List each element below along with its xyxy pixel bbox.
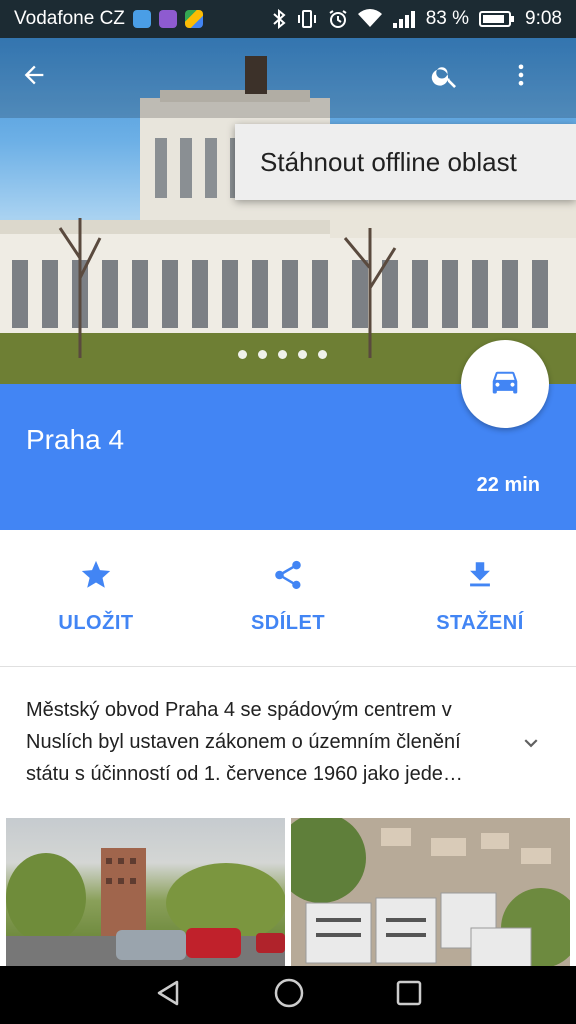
save-button[interactable]: ULOŽIT [0,530,192,666]
place-photo-thumbnail[interactable] [6,818,285,968]
carousel-dot [318,350,327,359]
car-icon [492,371,518,394]
carousel-dot [298,350,307,359]
arrow-back-icon [24,65,44,85]
triangle-back-icon [157,980,179,1005]
menu-item-download-offline-area[interactable]: Stáhnout offline oblast [260,147,517,178]
back-button[interactable] [20,61,68,109]
share-label: SDÍLET [250,612,326,634]
place-photo-thumbnail[interactable] [291,818,570,968]
search-button[interactable] [430,61,478,109]
battery-percent: 83 % [425,8,470,29]
status-bar: Vodafone CZ 83 % 9:08 [0,0,576,38]
share-button[interactable]: SDÍLET [192,530,384,666]
share-icon [275,560,301,590]
download-icon [470,562,490,587]
download-button[interactable]: STAŽENÍ [384,530,576,666]
star-icon [81,560,111,588]
wifi-icon [357,9,382,29]
carousel-dot [238,350,247,359]
bluetooth-icon [272,9,286,29]
system-navigation-bar [0,966,576,1024]
aerial-photo [291,818,570,968]
signal-icon [392,9,416,29]
nav-recents-button[interactable] [395,979,423,1012]
save-label: ULOŽIT [58,612,134,634]
overflow-menu: Stáhnout offline oblast [235,124,576,200]
action-row: ULOŽIT SDÍLET STAŽENÍ [0,530,576,667]
carousel-indicator [238,350,327,359]
gallery-notification-icon [158,10,177,28]
battery-icon [479,9,515,29]
clock: 9:08 [525,8,562,29]
chevron-down-icon [524,739,538,748]
maps-pin-notification-icon [132,10,151,28]
travel-time: 22 min [476,474,540,496]
google-maps-notification-icon [184,10,203,28]
more-options-button[interactable] [507,61,555,109]
square-recents-icon [396,980,422,1005]
nav-home-button[interactable] [273,977,305,1014]
expand-description-button[interactable] [518,730,544,761]
building-photo [0,38,576,384]
carrier-label: Vodafone CZ [14,8,125,29]
alarm-icon [328,9,348,29]
search-icon [431,67,456,88]
nav-back-button[interactable] [153,978,183,1013]
place-photo-carousel[interactable] [0,38,576,384]
directions-button[interactable] [461,340,549,428]
download-label: STAŽENÍ [436,612,524,634]
carousel-dot [258,350,267,359]
vibrate-icon [296,9,318,29]
more-vert-icon [518,64,524,86]
street-photo [6,848,285,968]
carousel-dot [278,350,287,359]
circle-home-icon [274,978,304,1007]
place-title: Praha 4 [26,424,125,455]
place-description[interactable]: Městský obvod Praha 4 se spádovým centre… [26,694,506,790]
